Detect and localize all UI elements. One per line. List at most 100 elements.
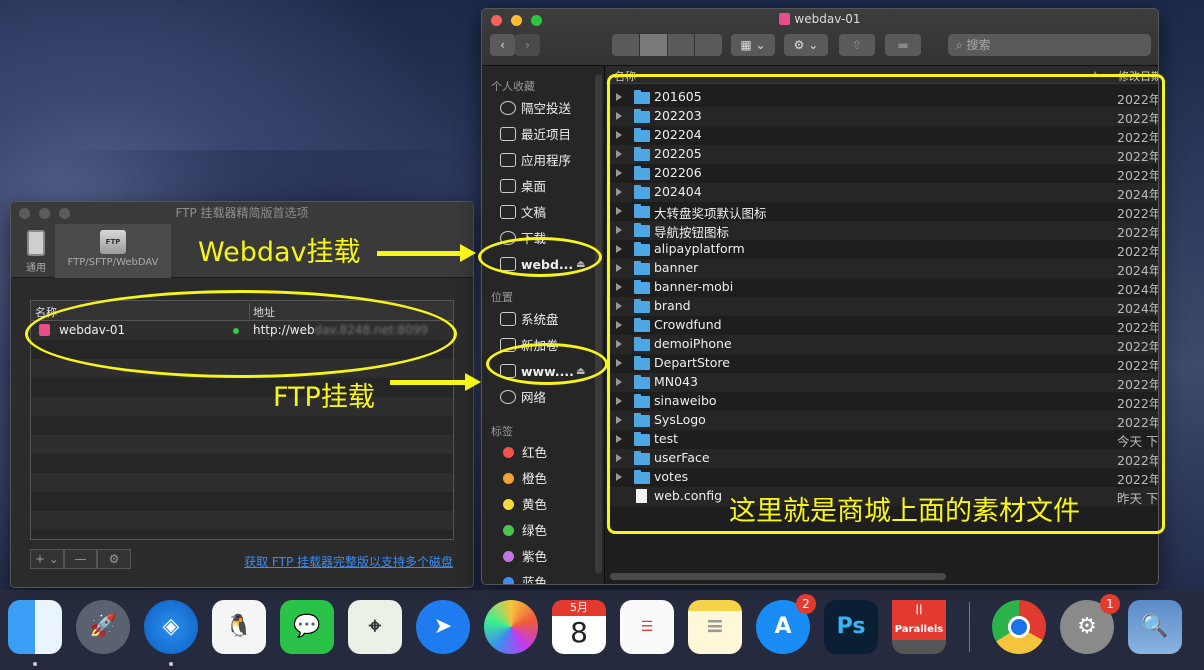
applications-icon [500, 153, 516, 167]
photoshop-icon[interactable]: Ps [824, 600, 878, 654]
system-preferences-gear-icon[interactable]: ⚙ 1 [1060, 594, 1120, 654]
sidebar-item-recents[interactable]: 最近项目 [500, 126, 571, 144]
sidebar-item-desktop[interactable]: 桌面 [500, 178, 546, 196]
sidebar-tag-blue[interactable]: 蓝色 [503, 574, 548, 585]
back-button[interactable]: ‹ [490, 34, 515, 56]
tag-label: 紫色 [522, 549, 548, 564]
sidebar-item-airdrop[interactable]: 隔空投送 [500, 100, 571, 118]
view-mode-group [612, 34, 722, 56]
forward-button[interactable]: › [515, 34, 540, 56]
calendar-icon[interactable]: 5月 8 [552, 600, 606, 654]
table-row-empty [31, 435, 453, 454]
sidebar-tag-green[interactable]: 绿色 [503, 522, 547, 540]
finder-toolbar: webdav-01 ‹ › ▦ ⌄ ⚙ ⌄ ⇧ ▬ ⌕ 搜索 [482, 9, 1158, 66]
table-row-empty [31, 416, 453, 435]
sidebar-item-system-disk[interactable]: 系统盘 [500, 311, 559, 329]
icon-view-button[interactable] [612, 34, 640, 56]
photos-flower-icon[interactable] [484, 600, 538, 654]
chrome-center-icon [1008, 616, 1030, 638]
ftp-window-titlebar: FTP 挂载器精简版首选项 [11, 202, 473, 224]
tab-general-label: 通用 [26, 263, 46, 274]
dingtalk-icon[interactable]: ➤ [416, 600, 470, 654]
safari-compass-icon[interactable]: ◈ [144, 600, 198, 654]
hard-disk-icon [500, 312, 516, 326]
table-row-empty [31, 492, 453, 511]
share-button[interactable]: ⇧ [839, 34, 875, 56]
running-indicator [33, 662, 37, 666]
annotation-ftp-label: FTP挂载 [273, 382, 375, 413]
parallels-icon[interactable]: || Parallels [892, 600, 946, 654]
gallery-view-button[interactable] [695, 34, 722, 56]
zoom-icon[interactable] [59, 208, 70, 219]
add-server-button[interactable]: + ⌄ [30, 549, 64, 569]
notes-icon[interactable]: ≡ [688, 600, 742, 654]
tag-color-icon [503, 447, 514, 458]
webdav-disk-icon [779, 13, 791, 25]
annotation-webdav-label: Webdav挂载 [198, 237, 361, 268]
remove-server-button[interactable]: — [64, 549, 97, 569]
minimize-icon[interactable] [39, 208, 50, 219]
app-store-badge: 2 [796, 594, 816, 614]
qq-penguin-icon[interactable]: 🐧 [212, 600, 266, 654]
desktop-icon [500, 179, 516, 193]
tag-label: 绿色 [522, 523, 548, 538]
wechat-icon[interactable]: 💬 [280, 600, 334, 654]
horizontal-scrollbar[interactable] [610, 573, 946, 580]
sidebar-item-label: 系统盘 [521, 312, 559, 327]
action-gear-button[interactable]: ⚙ ⌄ [784, 34, 828, 56]
finder-app-icon[interactable] [8, 600, 62, 654]
sidebar-item-label: 隔空投送 [521, 101, 572, 116]
table-row-empty [31, 473, 453, 492]
launchpad-rocket-icon[interactable]: 🚀 [76, 600, 130, 654]
recents-icon [500, 127, 516, 141]
finder-title-text: webdav-01 [794, 12, 861, 26]
search-placeholder: 搜索 [966, 38, 991, 52]
search-icon: ⌕ [956, 38, 967, 52]
annotation-arrow-ftp [390, 373, 481, 391]
annotation-ellipse-server [25, 290, 457, 378]
ftp-drive-icon: FTP [100, 230, 126, 254]
tag-label: 黄色 [522, 497, 548, 512]
tab-ftp-label: FTP/SFTP/WebDAV [67, 257, 159, 268]
tag-label: 橙色 [522, 471, 548, 486]
tag-label: 蓝色 [522, 575, 548, 585]
sidebar-item-documents[interactable]: 文稿 [500, 204, 546, 222]
sidebar-locations-heading: 位置 [491, 291, 513, 304]
tag-button[interactable]: ▬ [885, 34, 921, 56]
preview-icon[interactable]: 🔍 [1128, 600, 1182, 654]
sidebar-tag-orange[interactable]: 橙色 [503, 470, 547, 488]
tag-color-icon [503, 577, 514, 584]
list-view-button[interactable] [639, 34, 668, 56]
tag-color-icon [503, 499, 514, 510]
sidebar-tag-red[interactable]: 红色 [503, 444, 547, 462]
finder-title: webdav-01 [482, 12, 1158, 26]
table-row-empty [31, 397, 453, 416]
sidebar-item-applications[interactable]: 应用程序 [500, 152, 571, 170]
sidebar-item-label: 桌面 [521, 179, 547, 194]
system-preferences-badge: 1 [1100, 594, 1120, 614]
close-icon[interactable] [19, 208, 30, 219]
column-view-button[interactable] [667, 34, 696, 56]
annotation-rect-files [607, 74, 1165, 534]
tab-ftp-sftp-webdav[interactable]: FTP FTP/SFTP/WebDAV [55, 224, 171, 278]
upgrade-full-version-link[interactable]: 获取 FTP 挂载器完整版以支持多个磁盘 [244, 553, 453, 570]
annotation-materials-label: 这里就是商城上面的素材文件 [729, 496, 1080, 527]
sidebar-tag-yellow[interactable]: 黄色 [503, 496, 547, 514]
tab-general[interactable]: 通用 [17, 224, 55, 278]
maps-icon[interactable]: ⌖ [348, 600, 402, 654]
tag-color-icon [503, 551, 514, 562]
calendar-month: 5月 [552, 600, 606, 616]
airdrop-icon [500, 101, 516, 115]
chrome-icon[interactable] [992, 600, 1046, 654]
sidebar-scrollbar[interactable] [595, 74, 602, 574]
documents-icon [500, 205, 516, 219]
dock-separator [969, 602, 970, 652]
app-store-icon[interactable]: A2 [756, 594, 816, 654]
server-settings-gear-icon[interactable]: ⚙ [97, 549, 131, 569]
sidebar-tag-purple[interactable]: 紫色 [503, 548, 547, 566]
sidebar-item-network[interactable]: 网络 [500, 389, 546, 407]
search-input[interactable]: ⌕ 搜索 [948, 34, 1151, 56]
reminders-list-icon[interactable]: ☰ [620, 600, 674, 654]
group-by-button[interactable]: ▦ ⌄ [731, 34, 775, 56]
running-indicator [169, 662, 173, 666]
